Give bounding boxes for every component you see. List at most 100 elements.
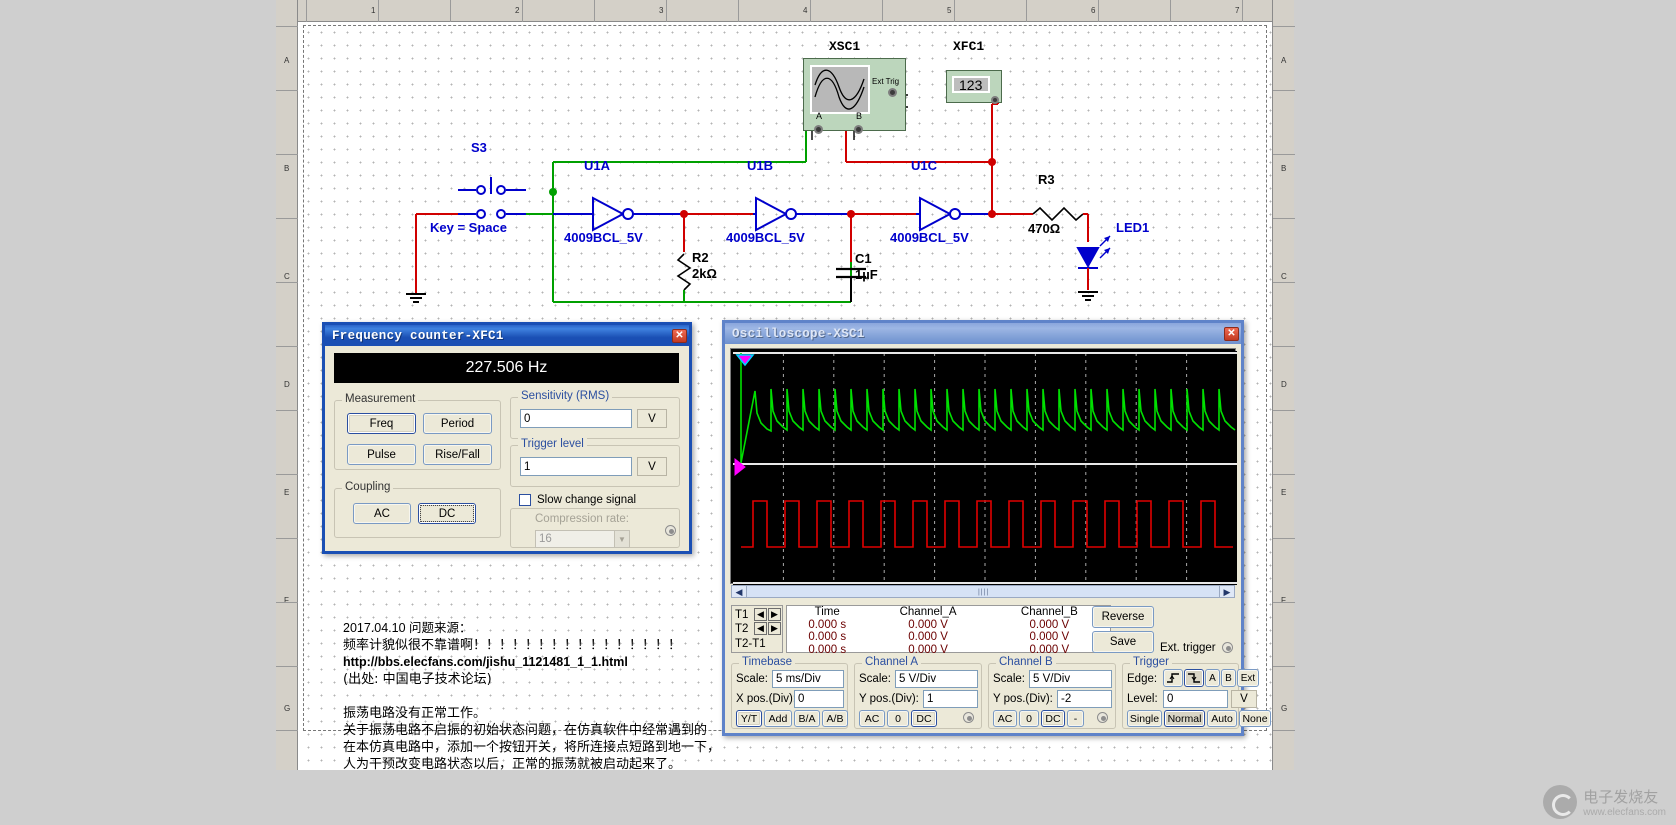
compression-group: Compression rate: 16 ▼: [510, 508, 680, 548]
ruler-top: 1234567: [276, 0, 1294, 22]
rise-fall-button[interactable]: Rise/Fall: [423, 444, 492, 465]
channel-b-radio[interactable]: [1097, 712, 1108, 723]
freq-button[interactable]: Freq: [347, 413, 416, 434]
mode-yt-button[interactable]: Y/T: [736, 710, 762, 727]
channel-a-ypos-input[interactable]: 1: [923, 690, 978, 708]
trigger-normal-button[interactable]: Normal: [1164, 710, 1205, 727]
cursor-t1-left-arrow[interactable]: ◀: [754, 608, 767, 621]
note-line-4-blank: [343, 688, 720, 705]
cursor-t1-right-arrow[interactable]: ▶: [768, 608, 781, 621]
c1-value-label: 1µF: [855, 267, 878, 282]
close-icon[interactable]: ✕: [672, 328, 687, 343]
chevron-down-icon[interactable]: ▼: [614, 530, 630, 548]
channel-a-ac-button[interactable]: AC: [859, 710, 885, 727]
u1c-value-label: 4009BCL_5V: [890, 230, 969, 245]
col-header-channel-a: Channel_A: [899, 606, 957, 618]
channel-b-ypos-input[interactable]: -2: [1057, 690, 1112, 708]
oscilloscope-titlebar[interactable]: Oscilloscope-XSC1 ✕: [725, 323, 1241, 344]
rising-edge-icon[interactable]: [1163, 669, 1183, 687]
trigger-level-unit[interactable]: V: [1231, 690, 1257, 708]
close-icon[interactable]: ✕: [1224, 326, 1239, 341]
xfc1-terminal[interactable]: [991, 96, 999, 104]
trigger-auto-button[interactable]: Auto: [1207, 710, 1237, 727]
watermark-name: 电子发烧友: [1583, 788, 1659, 806]
xsc1-terminal-a[interactable]: [814, 125, 823, 134]
sensitivity-unit[interactable]: V: [637, 409, 667, 428]
note-line-3: (出处: 中国电子技术论坛): [343, 672, 492, 687]
channel-a-dc-button[interactable]: DC: [911, 710, 937, 727]
channel-b-scale-input[interactable]: 5 V/Div: [1029, 670, 1112, 688]
trigger-level-value-label: Level:: [1127, 693, 1158, 705]
note-line-6: 关于振荡电路不启振的初始状态问题，在仿真软件中经常遇到的: [343, 723, 708, 738]
channel-a-radio[interactable]: [963, 712, 974, 723]
channel-b-invert-button[interactable]: -: [1067, 710, 1084, 727]
u1b-value-label: 4009BCL_5V: [726, 230, 805, 245]
period-button[interactable]: Period: [423, 413, 492, 434]
pulse-button[interactable]: Pulse: [347, 444, 416, 465]
netlist-simulator-window: 1234567 ABCDEFG ABCDEFG Ext Trig A B XSC…: [0, 0, 1676, 825]
timebase-scale-label: Scale:: [736, 673, 768, 685]
trigger-source-ext-button[interactable]: Ext: [1237, 669, 1259, 687]
slow-change-checkbox[interactable]: [519, 494, 531, 506]
xsc1-terminal-a-label: A: [816, 111, 823, 121]
reverse-button[interactable]: Reverse: [1092, 606, 1154, 628]
cursor-readout-table: Time Channel_A Channel_B 0.000 s 0.000 V…: [786, 605, 1111, 656]
freq-counter-display-value: 227.506 Hz: [465, 359, 548, 376]
led1-ref-label: LED1: [1116, 220, 1150, 235]
ext-trigger-radio[interactable]: [1222, 642, 1233, 653]
cursor-delta-label: T2-T1: [735, 638, 766, 650]
trigger-level-value-input[interactable]: 0: [1163, 690, 1228, 708]
dc-coupling-button[interactable]: DC: [418, 503, 476, 524]
sensitivity-group-label: Sensitivity (RMS): [518, 390, 613, 402]
s3-ref-label: S3: [471, 140, 487, 155]
watermark-url: www.elecfans.com: [1583, 807, 1666, 818]
channel-a-ground-button[interactable]: 0: [887, 710, 909, 727]
mode-add-button[interactable]: Add: [764, 710, 792, 727]
r2-value-label: 2kΩ: [692, 266, 717, 281]
xfc1-freq-counter-symbol[interactable]: 123: [946, 70, 1002, 104]
frequency-counter-window[interactable]: Frequency counter-XFC1 ✕ 227.506 Hz Meas…: [322, 322, 692, 554]
falling-edge-icon[interactable]: [1184, 669, 1204, 687]
xsc1-ext-trig-terminal[interactable]: [888, 88, 897, 97]
channel-b-ac-button[interactable]: AC: [993, 710, 1017, 727]
trigger-level-input[interactable]: 1: [520, 457, 632, 476]
trigger-source-a-button[interactable]: A: [1205, 669, 1220, 687]
t1-time: 0.000 s: [808, 618, 847, 631]
coupling-group-label: Coupling: [342, 481, 394, 493]
mode-ab-button[interactable]: A/B: [822, 710, 848, 727]
waveform-plot: [733, 351, 1237, 585]
scroll-left-icon[interactable]: ◀: [732, 586, 747, 597]
trigger-single-button[interactable]: Single: [1127, 710, 1162, 727]
trigger-source-b-button[interactable]: B: [1221, 669, 1236, 687]
channel-b-ground-button[interactable]: 0: [1019, 710, 1039, 727]
oscilloscope-screen[interactable]: [730, 348, 1237, 585]
cursor-t2-right-arrow[interactable]: ▶: [768, 622, 781, 635]
channel-a-scale-label: Scale:: [859, 673, 891, 685]
timebase-scale-input[interactable]: 5 ms/Div: [772, 670, 844, 688]
cursor-selector[interactable]: T1 ◀ ▶ T2 ◀ ▶ T2-T1: [731, 605, 783, 653]
oscilloscope-window[interactable]: Oscilloscope-XSC1 ✕ ◀ ▶ |||| T1 ◀ ▶ T2 ◀…: [722, 320, 1271, 736]
trigger-none-button[interactable]: None: [1239, 710, 1271, 727]
xfc1-ref-label: XFC1: [953, 39, 985, 54]
sensitivity-input[interactable]: 0: [520, 409, 632, 428]
channel-a-scale-input[interactable]: 5 V/Div: [895, 670, 978, 688]
channel-b-dc-button[interactable]: DC: [1041, 710, 1065, 727]
save-button[interactable]: Save: [1092, 631, 1154, 653]
note-line-7: 在本仿真电路中，添加一个按钮开关，将所连接点短路到地一下，: [343, 740, 721, 755]
scroll-thumb-grip[interactable]: ||||: [978, 589, 989, 596]
timebase-group-label: Timebase: [739, 656, 796, 668]
timebase-xpos-input[interactable]: 0: [794, 690, 844, 708]
freq-counter-titlebar[interactable]: Frequency counter-XFC1 ✕: [325, 325, 689, 346]
compression-radio[interactable]: [665, 525, 676, 536]
trigger-level-group: Trigger level 1 V: [510, 438, 680, 487]
trigger-group: Trigger Edge: A B Ext Level: 0 V Single …: [1122, 656, 1271, 729]
scroll-right-icon[interactable]: ▶: [1219, 586, 1234, 597]
mode-ba-button[interactable]: B/A: [794, 710, 820, 727]
cursor-t2-left-arrow[interactable]: ◀: [754, 622, 767, 635]
ac-coupling-button[interactable]: AC: [353, 503, 411, 524]
xsc1-terminal-b[interactable]: [854, 125, 863, 134]
table-row: 0.000 s 0.000 V 0.000 V: [787, 644, 1110, 657]
scope-hscrollbar[interactable]: ◀ ▶ ||||: [731, 585, 1235, 598]
xsc1-oscilloscope-symbol[interactable]: Ext Trig A B: [803, 58, 906, 134]
trigger-level-unit[interactable]: V: [637, 457, 667, 476]
